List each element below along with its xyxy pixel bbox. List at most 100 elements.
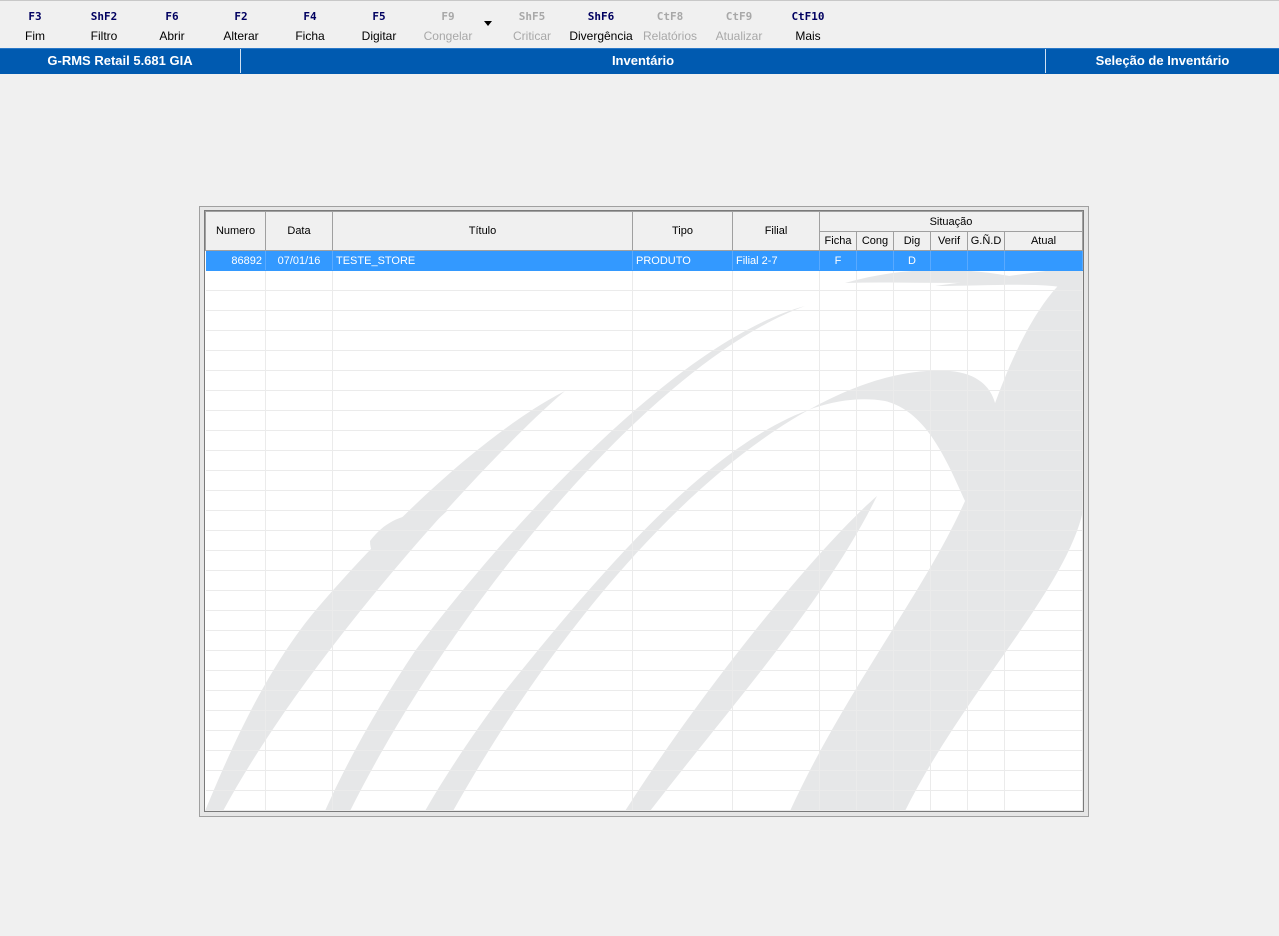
empty-cell [819,610,857,631]
empty-cell [632,550,733,571]
empty-cell [893,290,931,311]
empty-cell [632,650,733,671]
empty-cell [265,670,333,691]
empty-cell [332,330,633,351]
empty-cell [205,590,266,611]
relatorios-button[interactable]: CtF8 Relatórios [635,9,705,44]
empty-row [205,430,1083,451]
empty-cell [205,770,266,791]
title-bar: G-RMS Retail 5.681 GIA Inventário Seleçã… [0,48,1279,74]
divergencia-button[interactable]: ShF6 Divergência [566,9,636,44]
empty-cell [732,310,820,331]
empty-cell [930,790,968,811]
digitar-key: F5 [372,10,386,23]
empty-cell [819,530,857,551]
empty-cell [856,350,894,371]
empty-cell [1004,470,1083,491]
col-header-titulo[interactable]: Título [332,211,633,251]
empty-cell [265,350,333,371]
filtro-button[interactable]: ShF2 Filtro [69,9,139,44]
col-header-cong[interactable]: Cong [856,231,894,251]
empty-cell [893,630,931,651]
empty-cell [732,690,820,711]
col-header-ficha[interactable]: Ficha [819,231,857,251]
empty-cell [819,590,857,611]
cell-data: 07/01/16 [265,250,333,271]
abrir-button[interactable]: F6 Abrir [137,9,207,44]
digitar-button[interactable]: F5 Digitar [344,9,414,44]
empty-cell [1004,690,1083,711]
empty-cell [967,670,1005,691]
empty-row [205,270,1083,291]
congelar-dropdown-arrow-icon[interactable] [484,21,492,26]
empty-cell [930,670,968,691]
empty-cell [332,570,633,591]
empty-cell [967,450,1005,471]
empty-cell [265,750,333,771]
empty-cell [967,530,1005,551]
col-header-numero[interactable]: Numero [205,211,266,251]
empty-cell [893,490,931,511]
empty-cell [732,350,820,371]
empty-cell [893,530,931,551]
ficha-button[interactable]: F4 Ficha [275,9,345,44]
empty-cell [967,630,1005,651]
relatorios-label: Relatórios [642,29,698,43]
empty-cell [732,710,820,731]
empty-cell [856,670,894,691]
empty-cell [732,590,820,611]
cell-gnd [967,250,1005,271]
col-header-atual[interactable]: Atual [1004,231,1083,251]
empty-cell [732,610,820,631]
empty-cell [205,610,266,631]
empty-cell [1004,710,1083,731]
empty-cell [1004,390,1083,411]
empty-cell [732,550,820,571]
col-header-dig[interactable]: Dig [893,231,931,251]
empty-row [205,770,1083,791]
empty-cell [632,670,733,691]
criticar-button[interactable]: ShF5 Criticar [497,9,567,44]
empty-cell [930,730,968,751]
empty-cell [967,330,1005,351]
inventory-grid[interactable]: Numero Data Título Tipo Filial Situação … [204,210,1084,812]
empty-cell [205,310,266,331]
alterar-button[interactable]: F2 Alterar [206,9,276,44]
abrir-key: F6 [165,10,179,23]
congelar-button[interactable]: F9 Congelar [413,9,483,44]
app-version-label: G-RMS Retail 5.681 GIA [47,53,193,68]
empty-rows [205,270,1083,811]
empty-cell [967,710,1005,731]
empty-cell [1004,730,1083,751]
empty-cell [205,630,266,651]
ficha-key: F4 [303,10,317,23]
empty-cell [930,510,968,531]
empty-cell [632,790,733,811]
empty-cell [632,590,733,611]
cell-verif [930,250,968,271]
col-header-verif[interactable]: Verif [930,231,968,251]
fim-button[interactable]: F3 Fim [0,9,70,44]
empty-cell [1004,490,1083,511]
empty-cell [265,330,333,351]
col-header-tipo[interactable]: Tipo [632,211,733,251]
mais-button[interactable]: CtF10 Mais [773,9,843,44]
empty-cell [732,750,820,771]
empty-cell [967,590,1005,611]
empty-cell [332,270,633,291]
atualizar-button[interactable]: CtF9 Atualizar [704,9,774,44]
table-row[interactable]: 86892 07/01/16 TESTE_STORE PRODUTO Filia… [205,250,1083,271]
col-header-filial[interactable]: Filial [732,211,820,251]
col-header-gnd[interactable]: G.Ñ.D [967,231,1005,251]
empty-cell [967,470,1005,491]
empty-cell [893,570,931,591]
empty-cell [265,430,333,451]
empty-cell [1004,550,1083,571]
empty-row [205,350,1083,371]
empty-cell [856,770,894,791]
empty-row [205,590,1083,611]
empty-cell [856,530,894,551]
col-header-data[interactable]: Data [265,211,333,251]
empty-cell [632,310,733,331]
empty-cell [265,610,333,631]
